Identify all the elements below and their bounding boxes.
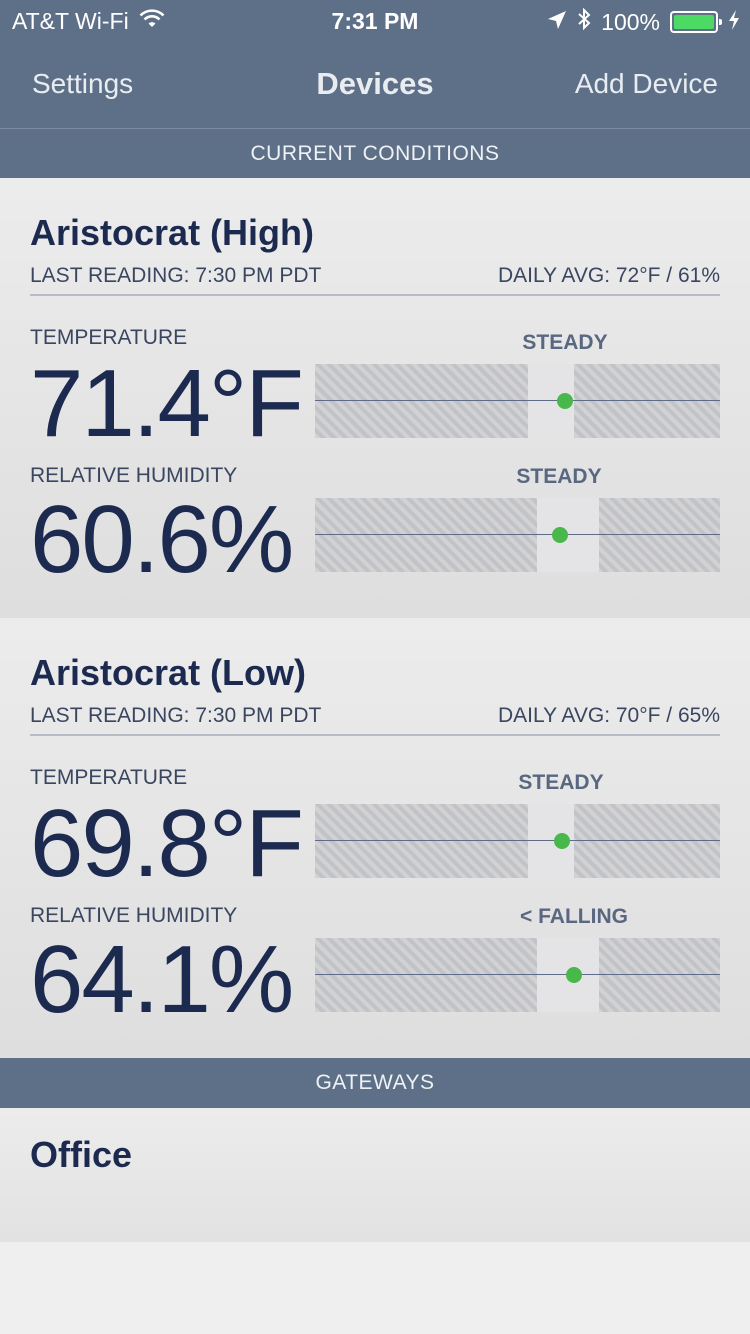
bolt-icon — [728, 9, 740, 36]
humidity-value: 64.1% — [30, 926, 294, 1033]
status-bar: AT&T Wi-Fi 7:31 PM 100% — [0, 0, 750, 40]
range-window — [537, 498, 599, 572]
last-reading: LAST READING: 7:30 PM PDT — [30, 264, 322, 287]
trend-line — [315, 534, 720, 535]
temperature-label: TEMPERATURE — [30, 326, 188, 349]
temperature-trend-bar — [315, 804, 720, 878]
temperature-trend: STEADY — [518, 771, 604, 794]
gateway-name: Office — [30, 1134, 133, 1175]
gateway-row[interactable]: Office — [0, 1108, 750, 1242]
bluetooth-icon — [577, 7, 591, 36]
trend-line — [315, 840, 720, 841]
battery-percent: 100% — [601, 8, 660, 35]
current-value-dot — [552, 527, 568, 543]
add-device-button[interactable]: Add Device — [575, 68, 718, 100]
daily-average: DAILY AVG: 72°F / 61% — [497, 264, 720, 287]
humidity-trend: < FALLING — [520, 905, 628, 928]
section-header-gateways: GATEWAYS — [0, 1058, 750, 1108]
device-card[interactable]: Aristocrat (Low) LAST READING: 7:30 PM P… — [0, 618, 750, 1058]
daily-average: DAILY AVG: 70°F / 65% — [497, 704, 720, 727]
status-right: 100% — [547, 7, 740, 36]
humidity-value: 60.6% — [30, 486, 294, 593]
divider — [30, 734, 720, 736]
current-value-dot — [557, 393, 573, 409]
temperature-label: TEMPERATURE — [30, 766, 188, 789]
device-card[interactable]: Aristocrat (High) LAST READING: 7:30 PM … — [0, 178, 750, 618]
temperature-trend: STEADY — [522, 331, 608, 354]
humidity-trend-bar — [315, 938, 720, 1012]
location-arrow-icon — [547, 9, 567, 36]
temperature-trend-bar — [315, 364, 720, 438]
device-name: Aristocrat (High) — [30, 212, 315, 253]
device-name: Aristocrat (Low) — [30, 652, 307, 693]
battery-icon — [670, 11, 722, 33]
section-header-current-conditions: CURRENT CONDITIONS — [0, 128, 750, 178]
temperature-value: 71.4°F — [30, 350, 304, 457]
humidity-label: RELATIVE HUMIDITY — [30, 464, 238, 487]
divider — [30, 294, 720, 296]
current-value-dot — [554, 833, 570, 849]
humidity-trend-bar — [315, 498, 720, 572]
trend-line — [315, 400, 720, 401]
current-value-dot — [566, 967, 582, 983]
nav-bar: Settings Devices Add Device — [0, 50, 750, 126]
humidity-trend: STEADY — [516, 465, 602, 488]
temperature-value: 69.8°F — [30, 790, 304, 897]
last-reading: LAST READING: 7:30 PM PDT — [30, 704, 322, 727]
humidity-label: RELATIVE HUMIDITY — [30, 904, 238, 927]
top-bar: AT&T Wi-Fi 7:31 PM 100% Settings Devices… — [0, 0, 750, 128]
trend-line — [315, 974, 720, 975]
